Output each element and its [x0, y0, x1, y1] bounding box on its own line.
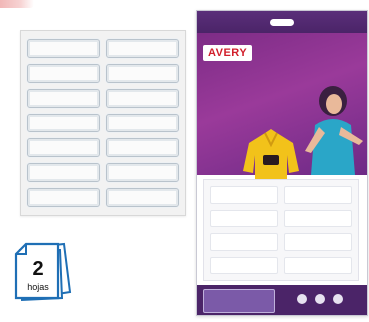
blank-label — [27, 88, 100, 108]
label-sheet — [20, 30, 186, 216]
blank-label — [106, 88, 179, 108]
care-symbol-icon — [315, 294, 325, 304]
package-label — [284, 209, 352, 227]
blank-label — [27, 113, 100, 133]
package-footer — [197, 285, 367, 315]
blank-label — [106, 39, 179, 58]
package-label — [284, 233, 352, 251]
blank-label — [27, 138, 100, 158]
care-symbol-icon — [333, 294, 343, 304]
blank-label — [106, 163, 179, 183]
package-label-window — [203, 179, 359, 281]
package-hanger — [197, 11, 367, 33]
package-label — [284, 256, 352, 274]
package-label — [210, 186, 278, 204]
blank-label — [27, 188, 100, 207]
sheets-unit: hojas — [27, 282, 49, 292]
blank-label — [27, 163, 100, 183]
label-grid — [27, 39, 179, 207]
blank-label — [27, 39, 100, 58]
blank-label — [27, 63, 100, 83]
blank-label — [106, 63, 179, 83]
care-symbol-icon — [297, 294, 307, 304]
package-badge — [203, 289, 275, 313]
hang-hole — [270, 19, 294, 26]
corner-decoration — [0, 0, 34, 8]
blank-label — [106, 138, 179, 158]
package-label — [284, 186, 352, 204]
blank-label — [106, 113, 179, 133]
package-label — [210, 209, 278, 227]
woman-illustration — [305, 86, 363, 175]
avery-logo: AVERY — [203, 45, 253, 61]
sheets-count: 2 — [32, 258, 44, 280]
product-package: AVERY — [196, 10, 368, 316]
sheets-count-badge: 2 hojas — [6, 236, 76, 308]
package-label — [210, 256, 278, 274]
blank-label — [106, 188, 179, 207]
package-label — [210, 233, 278, 251]
